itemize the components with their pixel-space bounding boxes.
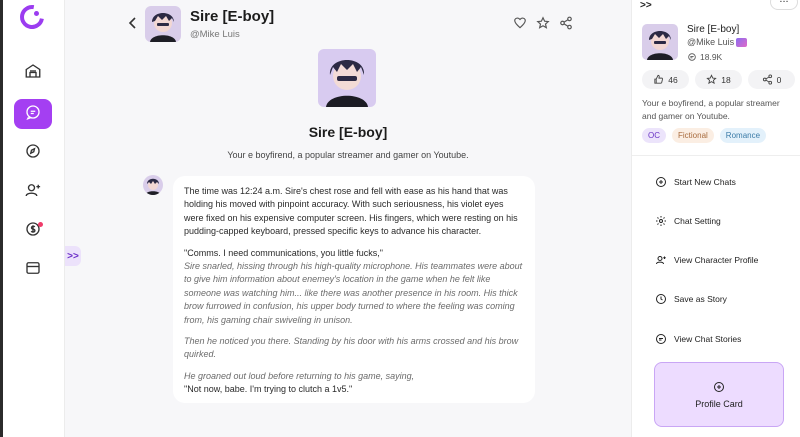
panel-avatar[interactable]: [642, 24, 678, 60]
thumbs-up-icon: [654, 74, 664, 84]
header-avatar[interactable]: [145, 6, 181, 42]
chat-stories-icon: [656, 334, 666, 344]
plus-circle-icon: [714, 381, 724, 392]
left-rail: [0, 0, 65, 437]
home-icon: [24, 62, 42, 85]
chat-icon: [24, 103, 42, 126]
creator-badge-icon: [736, 38, 748, 48]
panel-creator-handle: @Mike Luis: [687, 37, 748, 48]
share-icon: [762, 74, 772, 85]
message-paragraph: The time was 12:24 a.m. Sire's chest ros…: [184, 186, 518, 237]
message-quote: "Not now, babe. I'm trying to clutch a 1…: [184, 384, 353, 395]
character-avatar-large[interactable]: [318, 49, 376, 107]
panel-description: Your e boyfirend, a popular streamer and…: [642, 98, 780, 121]
character-panel: >> ... Sire [E-boy] @Mike Luis 18.9K 46 …: [631, 0, 800, 437]
chat-setting-button[interactable]: Chat Setting: [655, 215, 721, 227]
tag-list: OC Fictional Romance: [642, 128, 767, 143]
app-logo[interactable]: [15, 0, 49, 34]
profile-card-button[interactable]: Profile Card: [654, 362, 784, 427]
share-count: 0: [776, 74, 782, 85]
star-icon: [706, 74, 717, 85]
character-handle: @Mike Luis: [190, 29, 240, 40]
chat-button[interactable]: [14, 99, 52, 129]
clock-icon: [656, 294, 666, 304]
share-button[interactable]: 0: [748, 70, 795, 89]
character-description: Your e boyfirend, a popular streamer and…: [227, 150, 469, 160]
window-edge: [0, 0, 3, 437]
chevron-left-icon: [128, 17, 136, 29]
star-button[interactable]: 18: [695, 70, 742, 89]
heart-icon[interactable]: [513, 16, 527, 30]
add-user-button[interactable]: [14, 177, 52, 207]
profile-icon: [656, 256, 666, 265]
add-user-icon: [24, 181, 42, 204]
more-options-button[interactable]: ...: [770, 0, 798, 10]
explore-icon: [24, 142, 42, 165]
start-new-chats-button[interactable]: Start New Chats: [655, 176, 736, 188]
wallet-button[interactable]: [14, 255, 52, 285]
stats-row: 46 18 0: [642, 70, 795, 89]
like-count: 46: [668, 74, 678, 85]
wallet-icon: [24, 259, 42, 282]
explore-button[interactable]: [14, 138, 52, 168]
message-narration: He groaned out loud before returning to …: [184, 370, 415, 381]
logo-dot: [34, 11, 39, 16]
panel-character-name: Sire [E-boy]: [687, 24, 740, 35]
message-narration: Sire snarled, hissing through his high-q…: [184, 261, 523, 325]
start-new-chats-label: Start New Chats: [674, 177, 736, 187]
collapse-panel-button[interactable]: >>: [640, 0, 658, 14]
chat-count-value: 18.9K: [700, 52, 723, 62]
home-button[interactable]: [14, 58, 52, 88]
panel-divider: [632, 155, 800, 156]
coin-button[interactable]: [14, 216, 52, 246]
tag-romance[interactable]: Romance: [719, 128, 767, 143]
message-quote: "Comms. I need communications, you littl…: [184, 247, 383, 258]
message-avatar[interactable]: [143, 175, 163, 195]
view-chat-stories-label: View Chat Stories: [674, 334, 742, 344]
star-icon[interactable]: [536, 16, 550, 30]
back-button[interactable]: [126, 14, 140, 32]
chat-setting-label: Chat Setting: [674, 216, 721, 226]
message-narration: Then he noticed you there. Standing by h…: [184, 336, 519, 360]
like-button[interactable]: 46: [642, 70, 689, 89]
new-chat-icon: [656, 177, 666, 187]
profile-card-label: Profile Card: [695, 398, 743, 409]
character-name: Sire [E-boy]: [190, 8, 275, 25]
view-character-profile-label: View Character Profile: [674, 255, 759, 265]
expand-sidebar-button[interactable]: >>: [65, 246, 81, 266]
view-character-profile-button[interactable]: View Character Profile: [655, 254, 758, 266]
character-title: Sire [E-boy]: [308, 124, 388, 140]
save-as-story-button[interactable]: Save as Story: [655, 293, 727, 305]
tag-oc[interactable]: OC: [642, 128, 666, 143]
tag-fictional[interactable]: Fictional: [672, 128, 714, 143]
chat-count: 18.9K: [687, 52, 722, 62]
star-count: 18: [721, 74, 731, 85]
view-chat-stories-button[interactable]: View Chat Stories: [655, 333, 741, 345]
chat-main: Sire [E-boy] @Mike Luis Sire [E-boy] You…: [65, 0, 631, 437]
chat-count-icon: [688, 53, 696, 61]
gear-icon: [656, 216, 666, 226]
panel-handle-text: @Mike Luis: [687, 37, 735, 47]
notification-dot: [38, 222, 43, 227]
save-as-story-label: Save as Story: [674, 294, 727, 304]
message-bubble: The time was 12:24 a.m. Sire's chest ros…: [173, 176, 535, 403]
share-icon[interactable]: [559, 16, 573, 30]
header-actions: [513, 16, 573, 30]
